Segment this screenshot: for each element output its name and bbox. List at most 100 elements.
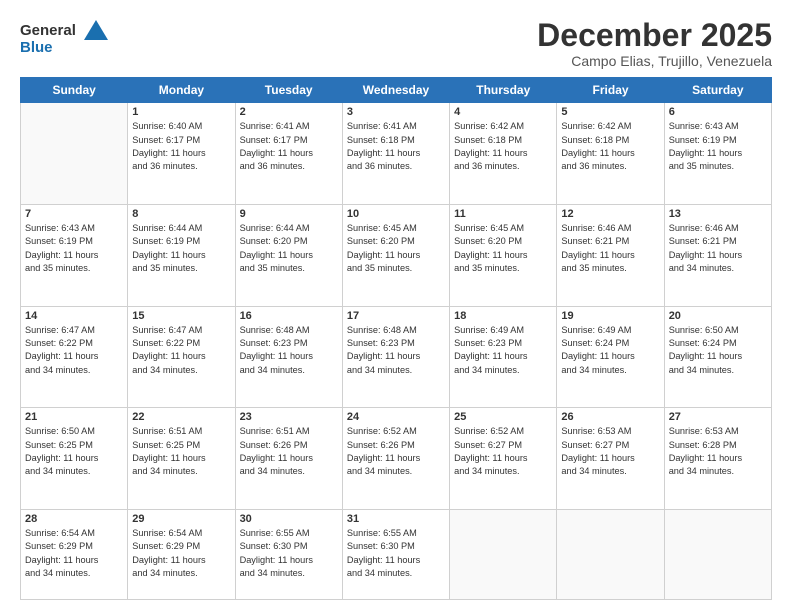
info-line: Sunrise: 6:55 AM bbox=[347, 528, 417, 538]
cell-info: Sunrise: 6:52 AMSunset: 6:26 PMDaylight:… bbox=[347, 425, 445, 478]
info-line: Sunset: 6:17 PM bbox=[132, 135, 200, 145]
day-number: 3 bbox=[347, 106, 445, 118]
cell-info: Sunrise: 6:44 AMSunset: 6:20 PMDaylight:… bbox=[240, 222, 338, 275]
info-line: Daylight: 11 hours bbox=[561, 250, 634, 260]
table-row: 8Sunrise: 6:44 AMSunset: 6:19 PMDaylight… bbox=[128, 204, 235, 306]
info-line: Sunset: 6:26 PM bbox=[240, 440, 308, 450]
info-line: Daylight: 11 hours bbox=[132, 250, 205, 260]
table-row: 23Sunrise: 6:51 AMSunset: 6:26 PMDayligh… bbox=[235, 408, 342, 510]
info-line: Daylight: 11 hours bbox=[25, 555, 98, 565]
info-line: Sunrise: 6:55 AM bbox=[240, 528, 310, 538]
day-number: 26 bbox=[561, 411, 659, 423]
table-row: 18Sunrise: 6:49 AMSunset: 6:23 PMDayligh… bbox=[450, 306, 557, 408]
info-line: Daylight: 11 hours bbox=[347, 453, 420, 463]
info-line: and 34 minutes. bbox=[454, 365, 519, 375]
info-line: Sunset: 6:22 PM bbox=[132, 338, 200, 348]
month-title: December 2025 bbox=[537, 18, 772, 53]
info-line: Sunset: 6:19 PM bbox=[132, 236, 200, 246]
col-thursday: Thursday bbox=[450, 78, 557, 103]
info-line: Daylight: 11 hours bbox=[561, 453, 634, 463]
table-row: 6Sunrise: 6:43 AMSunset: 6:19 PMDaylight… bbox=[664, 103, 771, 205]
day-number: 2 bbox=[240, 106, 338, 118]
info-line: Sunset: 6:18 PM bbox=[347, 135, 415, 145]
info-line: Sunset: 6:17 PM bbox=[240, 135, 308, 145]
title-block: December 2025 Campo Elias, Trujillo, Ven… bbox=[537, 18, 772, 69]
info-line: Daylight: 11 hours bbox=[561, 351, 634, 361]
info-line: and 35 minutes. bbox=[347, 263, 412, 273]
info-line: Sunset: 6:24 PM bbox=[561, 338, 629, 348]
col-monday: Monday bbox=[128, 78, 235, 103]
cell-info: Sunrise: 6:53 AMSunset: 6:27 PMDaylight:… bbox=[561, 425, 659, 478]
info-line: Sunrise: 6:53 AM bbox=[561, 426, 631, 436]
logo-svg: General Blue bbox=[20, 18, 110, 58]
table-row: 14Sunrise: 6:47 AMSunset: 6:22 PMDayligh… bbox=[21, 306, 128, 408]
cell-info: Sunrise: 6:55 AMSunset: 6:30 PMDaylight:… bbox=[347, 527, 445, 580]
info-line: and 34 minutes. bbox=[240, 568, 305, 578]
info-line: Sunrise: 6:45 AM bbox=[347, 223, 417, 233]
table-row: 19Sunrise: 6:49 AMSunset: 6:24 PMDayligh… bbox=[557, 306, 664, 408]
table-row: 26 Sunrise: 6:53 AMSunset: 6:27 PMDayligh… bbox=[557, 408, 664, 510]
header: General Blue December 2025 Campo Elias, … bbox=[20, 18, 772, 69]
info-line: Daylight: 11 hours bbox=[454, 250, 527, 260]
table-row: 13Sunrise: 6:46 AMSunset: 6:21 PMDayligh… bbox=[664, 204, 771, 306]
day-number: 6 bbox=[669, 106, 767, 118]
day-number: 14 bbox=[25, 310, 123, 322]
cell-info: Sunrise: 6:52 AMSunset: 6:27 PMDaylight:… bbox=[454, 425, 552, 478]
table-row bbox=[450, 509, 557, 599]
cell-info: Sunrise: 6:49 AMSunset: 6:23 PMDaylight:… bbox=[454, 324, 552, 377]
info-line: and 34 minutes. bbox=[669, 263, 734, 273]
table-row: 1Sunrise: 6:40 AMSunset: 6:17 PMDaylight… bbox=[128, 103, 235, 205]
day-number: 15 bbox=[132, 310, 230, 322]
cell-info: Sunrise: 6:44 AMSunset: 6:19 PMDaylight:… bbox=[132, 222, 230, 275]
info-line: Sunset: 6:21 PM bbox=[561, 236, 629, 246]
info-line: Sunrise: 6:49 AM bbox=[454, 325, 524, 335]
cell-info: Sunrise: 6:41 AMSunset: 6:17 PMDaylight:… bbox=[240, 120, 338, 173]
cell-info: Sunrise: 6:46 AMSunset: 6:21 PMDaylight:… bbox=[669, 222, 767, 275]
day-number: 24 bbox=[347, 411, 445, 423]
info-line: Sunset: 6:29 PM bbox=[25, 541, 93, 551]
info-line: Sunset: 6:19 PM bbox=[25, 236, 93, 246]
info-line: Sunset: 6:18 PM bbox=[561, 135, 629, 145]
info-line: Daylight: 11 hours bbox=[240, 148, 313, 158]
info-line: Daylight: 11 hours bbox=[132, 555, 205, 565]
info-line: Sunrise: 6:40 AM bbox=[132, 121, 202, 131]
day-number: 27 bbox=[669, 411, 767, 423]
info-line: Sunrise: 6:42 AM bbox=[561, 121, 631, 131]
info-line: Sunrise: 6:48 AM bbox=[347, 325, 417, 335]
page: General Blue December 2025 Campo Elias, … bbox=[0, 0, 792, 612]
day-number: 28 bbox=[25, 513, 123, 525]
table-row: 12Sunrise: 6:46 AMSunset: 6:21 PMDayligh… bbox=[557, 204, 664, 306]
info-line: and 34 minutes. bbox=[25, 365, 90, 375]
info-line: Sunset: 6:30 PM bbox=[347, 541, 415, 551]
day-number: 19 bbox=[561, 310, 659, 322]
info-line: Sunset: 6:29 PM bbox=[132, 541, 200, 551]
info-line: Daylight: 11 hours bbox=[347, 250, 420, 260]
info-line: Daylight: 11 hours bbox=[669, 250, 742, 260]
info-line: Sunrise: 6:43 AM bbox=[669, 121, 739, 131]
day-number: 23 bbox=[240, 411, 338, 423]
day-number: 5 bbox=[561, 106, 659, 118]
info-line: and 35 minutes. bbox=[25, 263, 90, 273]
info-line: and 34 minutes. bbox=[132, 365, 197, 375]
info-line: and 36 minutes. bbox=[347, 161, 412, 171]
day-number: 30 bbox=[240, 513, 338, 525]
info-line: Sunset: 6:20 PM bbox=[240, 236, 308, 246]
col-wednesday: Wednesday bbox=[342, 78, 449, 103]
cell-info: Sunrise: 6:45 AMSunset: 6:20 PMDaylight:… bbox=[454, 222, 552, 275]
info-line: Sunrise: 6:54 AM bbox=[132, 528, 202, 538]
info-line: Daylight: 11 hours bbox=[454, 148, 527, 158]
info-line: Sunrise: 6:47 AM bbox=[25, 325, 95, 335]
info-line: and 35 minutes. bbox=[132, 263, 197, 273]
info-line: Sunrise: 6:42 AM bbox=[454, 121, 524, 131]
info-line: Sunset: 6:21 PM bbox=[669, 236, 737, 246]
col-tuesday: Tuesday bbox=[235, 78, 342, 103]
cell-info: Sunrise: 6:45 AMSunset: 6:20 PMDaylight:… bbox=[347, 222, 445, 275]
info-line: Daylight: 11 hours bbox=[454, 453, 527, 463]
calendar-header-row: Sunday Monday Tuesday Wednesday Thursday… bbox=[21, 78, 772, 103]
cell-info: Sunrise: 6:50 AMSunset: 6:24 PMDaylight:… bbox=[669, 324, 767, 377]
info-line: and 34 minutes. bbox=[669, 365, 734, 375]
svg-text:General: General bbox=[20, 22, 76, 39]
table-row: 25Sunrise: 6:52 AMSunset: 6:27 PMDayligh… bbox=[450, 408, 557, 510]
cell-info: Sunrise: 6:48 AMSunset: 6:23 PMDaylight:… bbox=[347, 324, 445, 377]
table-row: 10Sunrise: 6:45 AMSunset: 6:20 PMDayligh… bbox=[342, 204, 449, 306]
